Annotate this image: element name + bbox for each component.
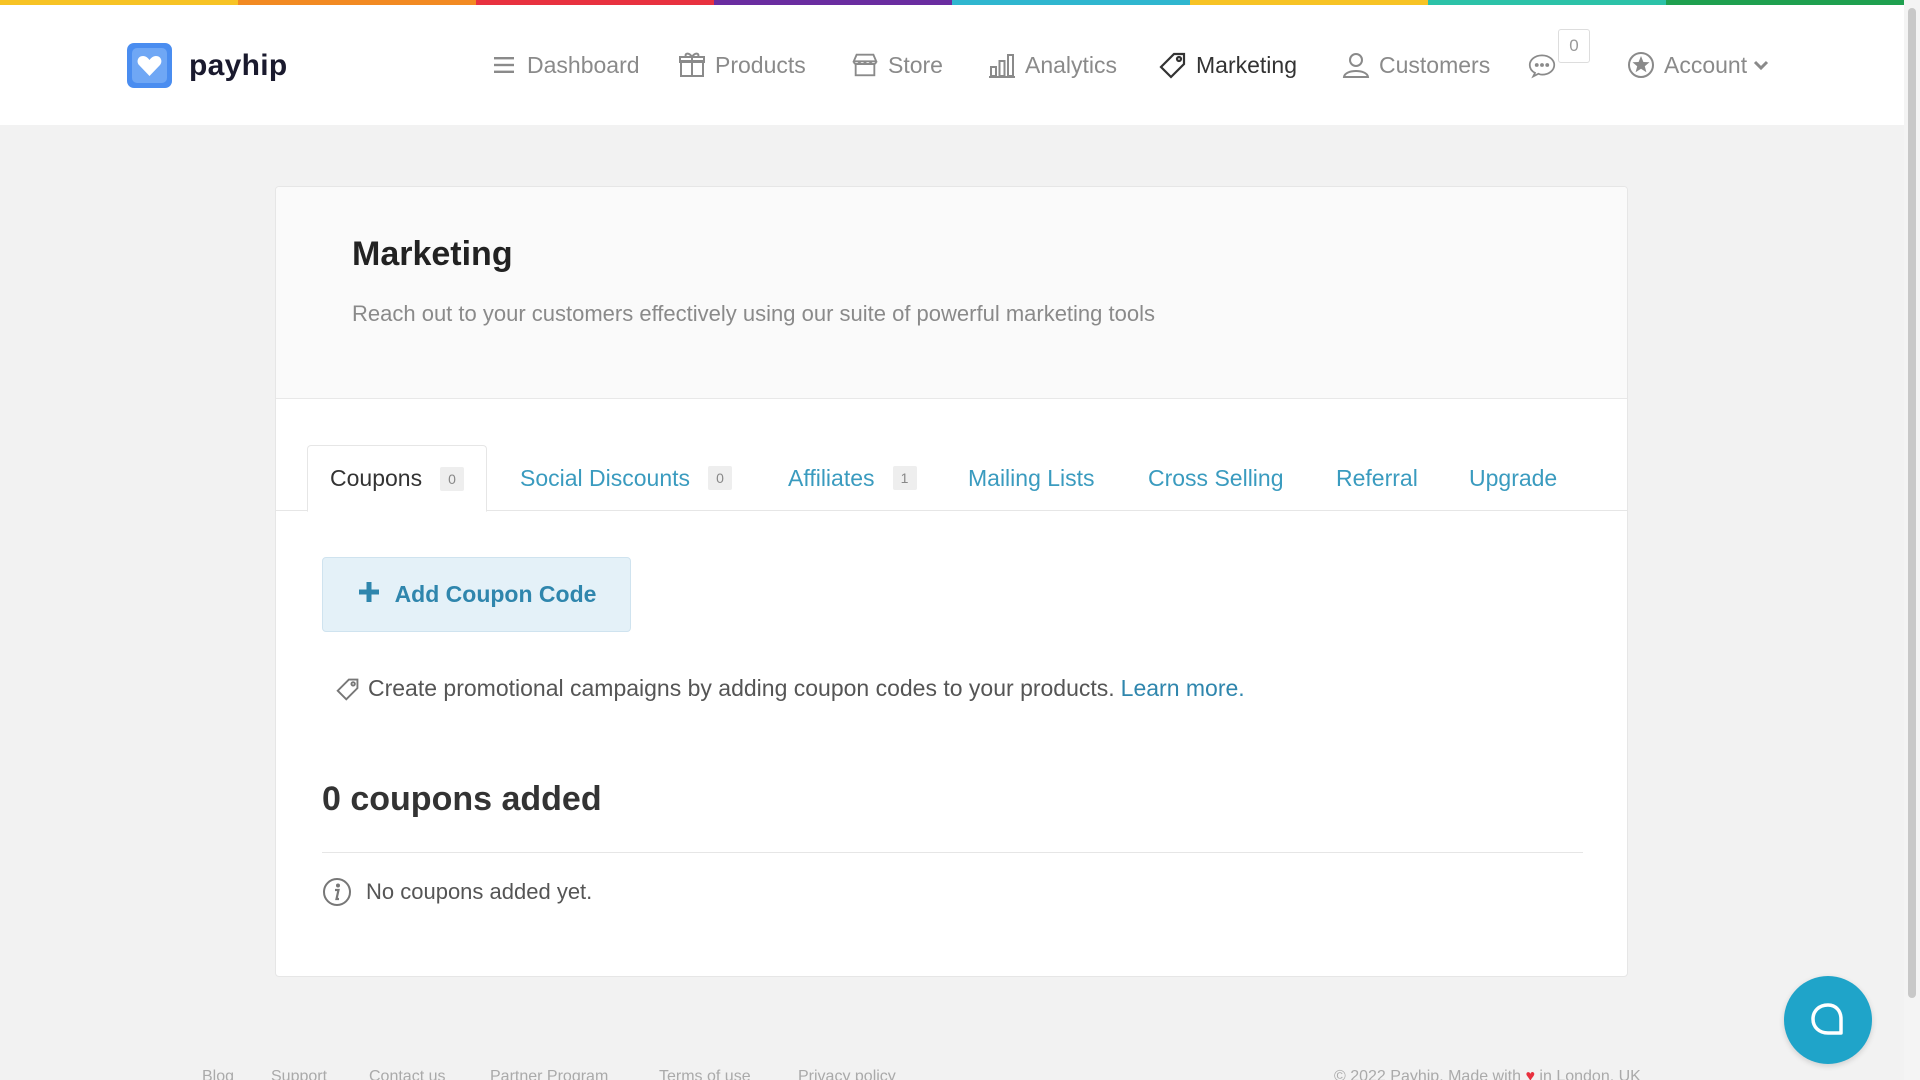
tab-referral[interactable]: Referral [1336, 445, 1418, 511]
chart-icon [988, 51, 1016, 79]
page-footer: Blog Support Contact us Partner Program … [0, 1064, 1904, 1080]
chevron-down-icon [1753, 59, 1769, 71]
tab-count-badge: 0 [440, 466, 465, 491]
marketing-tabs: Coupons 0 Social Discounts 0 Affiliates … [276, 445, 1627, 512]
tab-count-badge: 1 [892, 466, 917, 490]
nav-products-label: Products [715, 51, 806, 78]
tab-mailing-lists[interactable]: Mailing Lists [968, 445, 1095, 511]
gift-icon [678, 51, 706, 79]
promo-text: Create promotional campaigns by adding c… [368, 675, 1115, 701]
tab-label: Cross Selling [1148, 464, 1284, 491]
plus-icon [357, 577, 381, 609]
tab-label: Mailing Lists [968, 464, 1095, 491]
nav-store-label: Store [888, 51, 943, 78]
notifications-count-badge: 0 [1558, 29, 1590, 63]
tab-upgrade[interactable]: Upgrade [1469, 445, 1557, 511]
menu-icon [490, 51, 518, 79]
page-title: Marketing [352, 235, 513, 273]
nav-marketing[interactable]: Marketing [1159, 5, 1297, 125]
tab-social-discounts[interactable]: Social Discounts 0 [520, 445, 733, 511]
copyright-suffix: in London, UK [1539, 1068, 1641, 1080]
tab-affiliates[interactable]: Affiliates 1 [788, 445, 917, 511]
promo-hint: Create promotional campaigns by adding c… [336, 675, 1245, 702]
tab-label: Affiliates [788, 464, 875, 491]
page-scrollbar[interactable] [1904, 0, 1920, 1080]
footer-link-terms[interactable]: Terms of use [659, 1068, 751, 1080]
footer-link-privacy[interactable]: Privacy policy [798, 1068, 896, 1080]
tab-label: Coupons [330, 465, 423, 491]
marketing-card: Marketing Reach out to your customers ef… [275, 186, 1628, 977]
learn-more-period: . [1238, 675, 1245, 701]
star-badge-icon [1627, 51, 1655, 79]
footer-link-partner-program[interactable]: Partner Program [490, 1068, 608, 1080]
nav-customers[interactable]: Customers [1342, 5, 1490, 125]
chat-launcher-icon [1808, 1000, 1848, 1040]
tag-icon [1159, 51, 1187, 79]
add-coupon-label: Add Coupon Code [394, 581, 597, 607]
footer-copyright: © 2022 Payhip. Made with ♥ in London, UK [1334, 1068, 1641, 1080]
empty-state: No coupons added yet. [322, 877, 592, 907]
footer-link-support[interactable]: Support [271, 1068, 327, 1080]
nav-dashboard-label: Dashboard [527, 51, 640, 78]
page-subtitle: Reach out to your customers effectively … [352, 301, 1155, 326]
nav-account-label: Account [1664, 51, 1748, 78]
nav-analytics-label: Analytics [1025, 51, 1118, 78]
top-navbar: payhip Dashboard Products Store Analytic… [0, 5, 1904, 125]
learn-more-link[interactable]: Learn more [1121, 675, 1239, 702]
tab-coupons[interactable]: Coupons 0 [307, 445, 488, 512]
nav-notifications[interactable] [1528, 5, 1565, 125]
heart-icon: ♥ [1525, 1068, 1535, 1080]
user-icon [1342, 51, 1370, 79]
empty-text: No coupons added yet. [366, 879, 593, 904]
chat-launcher-button[interactable] [1784, 976, 1872, 1064]
nav-products[interactable]: Products [678, 5, 806, 125]
chat-bubble-icon [1528, 51, 1556, 79]
nav-marketing-label: Marketing [1196, 51, 1297, 78]
tab-label: Social Discounts [520, 464, 691, 491]
coupons-count-heading: 0 coupons added [322, 780, 602, 818]
divider [322, 852, 1583, 853]
tab-cross-selling[interactable]: Cross Selling [1148, 445, 1284, 511]
tag-icon [336, 677, 360, 701]
scrollbar-thumb[interactable] [1908, 8, 1916, 998]
nav-account[interactable]: Account [1627, 5, 1769, 125]
tab-label: Referral [1336, 464, 1418, 491]
store-icon [851, 51, 879, 79]
main-nav: Dashboard Products Store Analytics Marke… [0, 5, 1904, 125]
copyright-prefix: © 2022 Payhip. Made with [1334, 1068, 1522, 1080]
footer-link-blog[interactable]: Blog [202, 1068, 234, 1080]
card-header: Marketing Reach out to your customers ef… [276, 187, 1627, 399]
tab-count-badge: 0 [708, 466, 733, 490]
tab-label: Upgrade [1469, 464, 1558, 491]
nav-dashboard[interactable]: Dashboard [490, 5, 640, 125]
nav-customers-label: Customers [1379, 51, 1491, 78]
info-icon [322, 877, 352, 907]
nav-store[interactable]: Store [851, 5, 943, 125]
add-coupon-button[interactable]: Add Coupon Code [322, 557, 631, 632]
footer-link-contact[interactable]: Contact us [369, 1068, 445, 1080]
nav-analytics[interactable]: Analytics [988, 5, 1117, 125]
